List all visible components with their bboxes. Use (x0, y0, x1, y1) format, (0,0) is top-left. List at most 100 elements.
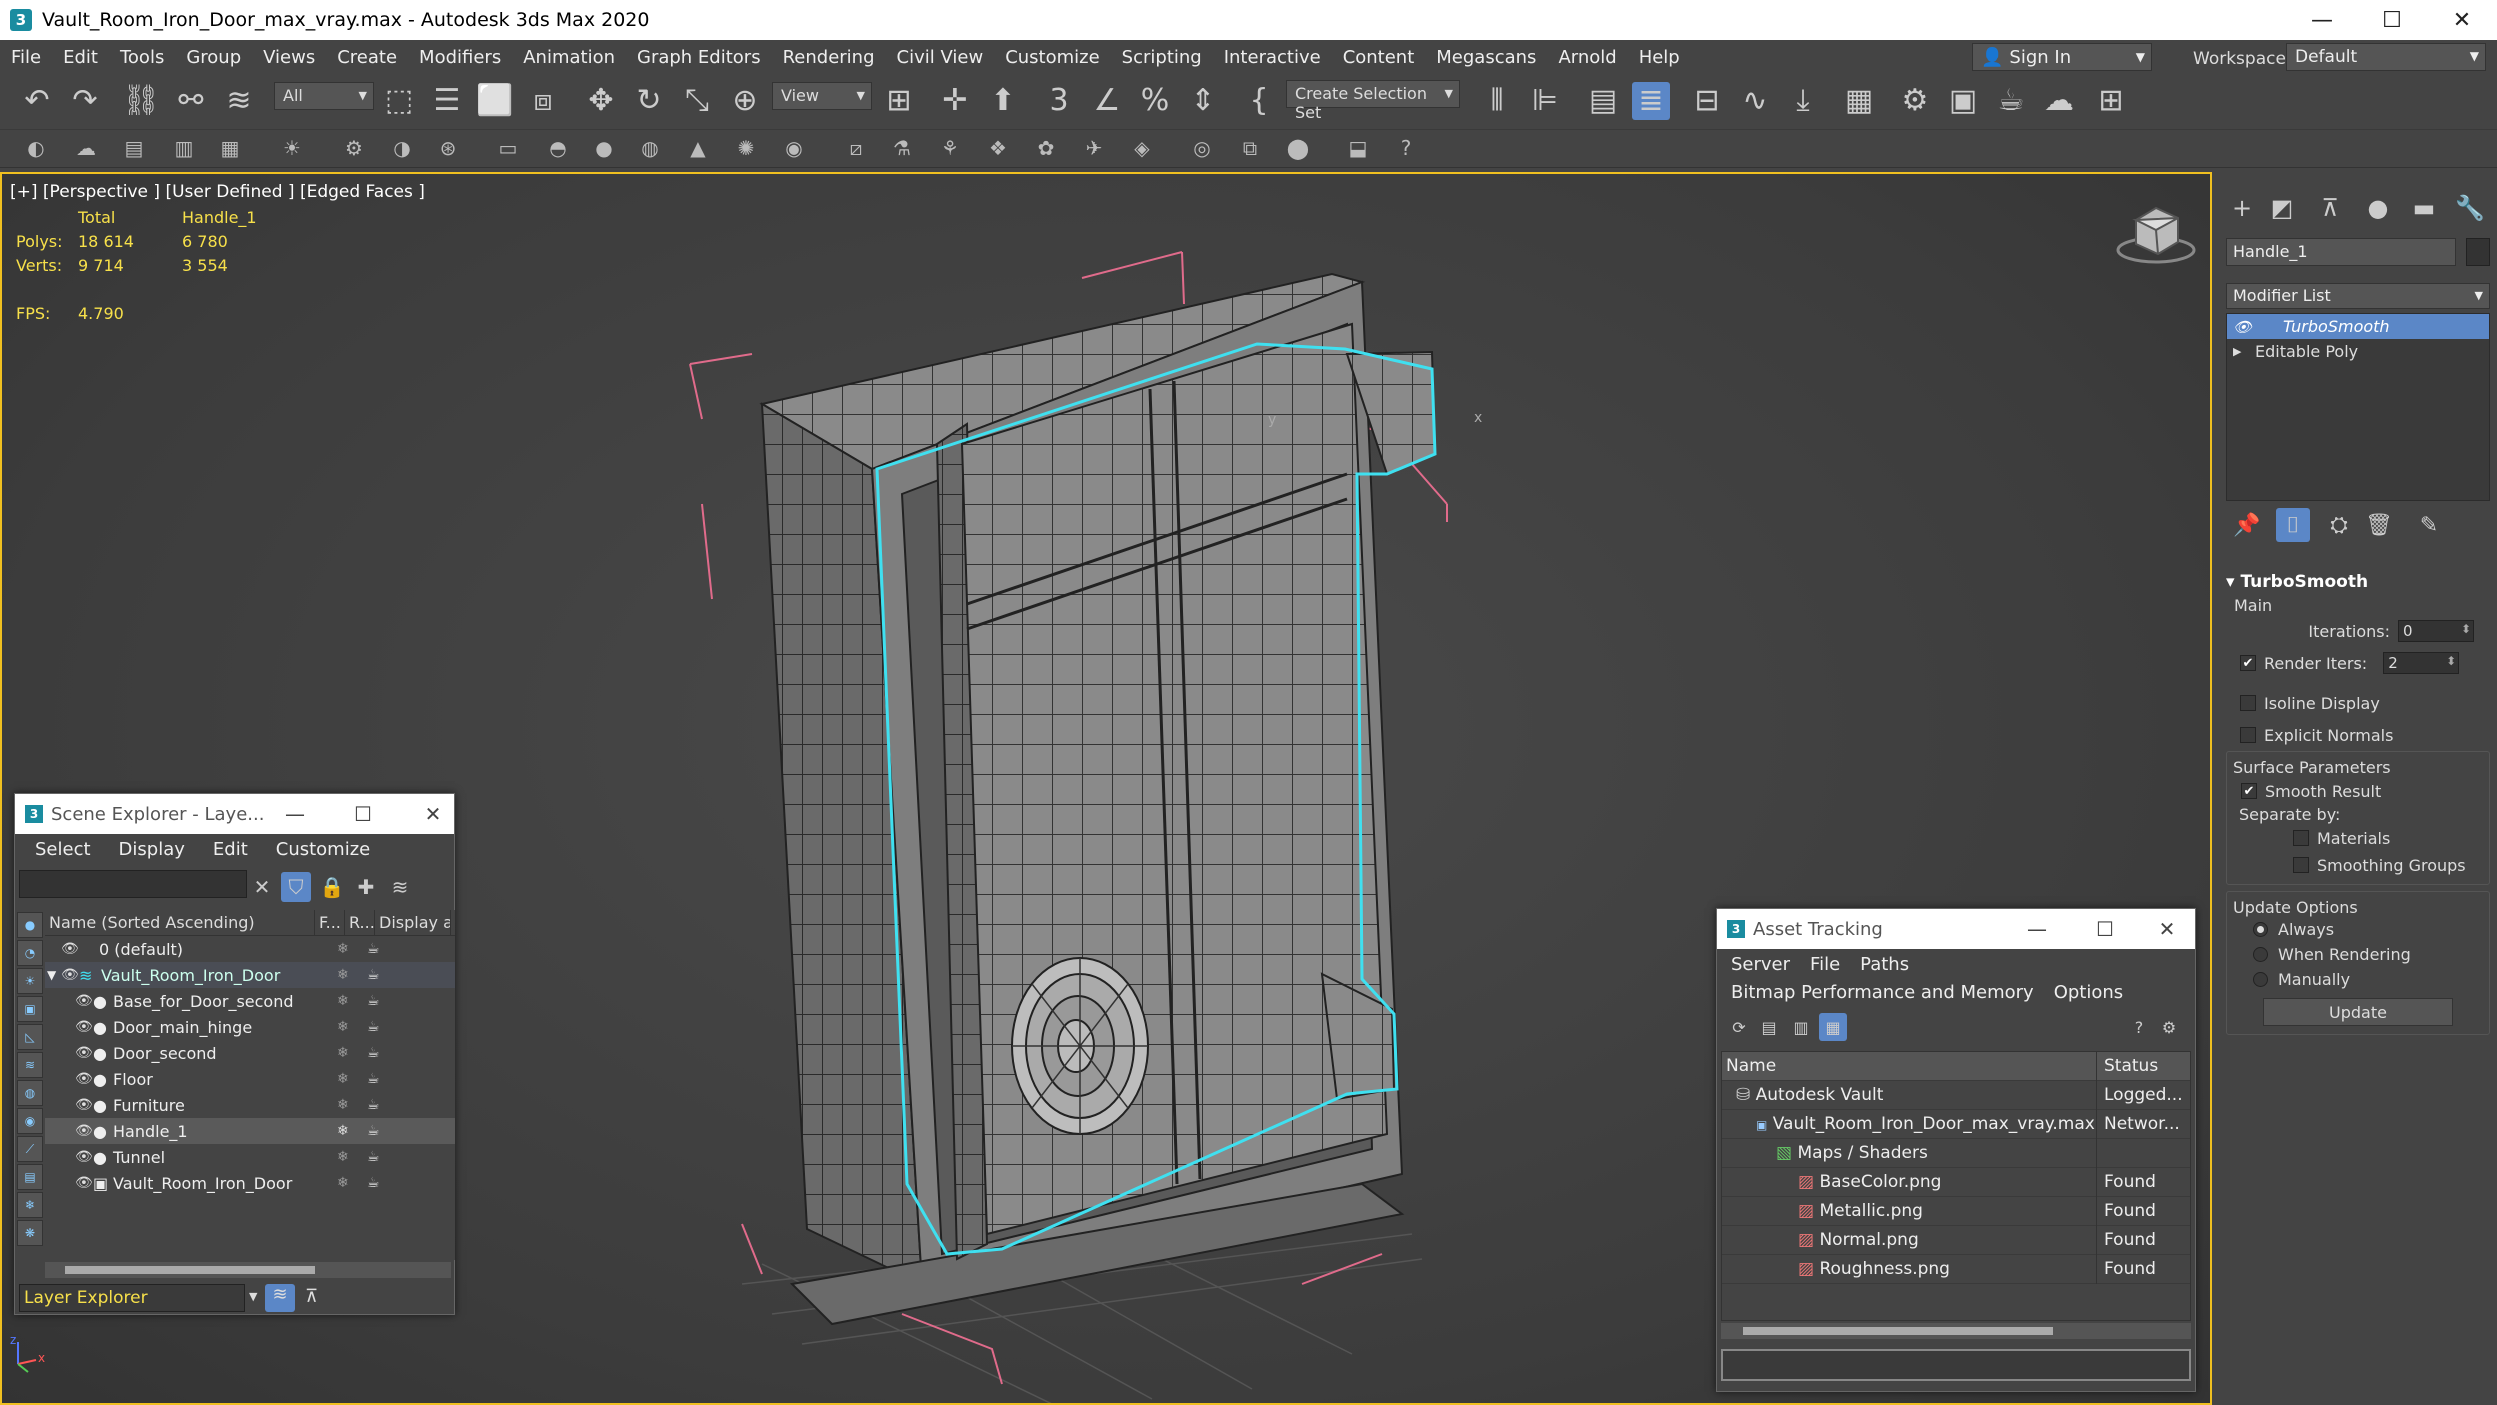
column-name[interactable]: Name (Sorted Ascending) (45, 910, 315, 935)
hierarchy-explorer-icon[interactable]: ⊼ (305, 1286, 318, 1307)
table-row[interactable]: ▨ Roughness.png Found (1722, 1255, 2190, 1284)
eye-icon[interactable]: 👁 (75, 1045, 93, 1061)
a360-gallery-icon[interactable]: ⊞ (2092, 86, 2130, 116)
list-item[interactable]: 👁 ▣ Vault_Room_Iron_Door ❄ ☕ (45, 1170, 455, 1196)
freeze-icon[interactable]: ❄ (337, 993, 349, 1009)
scene-explorer-search-input[interactable] (19, 870, 247, 898)
vray-sphere-icon[interactable]: ● (590, 138, 618, 158)
hierarchy-tab-icon[interactable]: ⊼ (2312, 190, 2348, 226)
stack-item-turbosmooth[interactable]: 👁 TurboSmooth (2227, 314, 2489, 339)
vray-cloud-icon[interactable]: ☁ (72, 138, 100, 158)
object-color-swatch[interactable] (2466, 238, 2490, 266)
lock-icon[interactable]: 🔒 (317, 872, 347, 902)
rectangular-selection-icon[interactable]: ⬜ (476, 86, 514, 116)
viewcube[interactable] (2116, 206, 2196, 264)
rendered-frame-window-icon[interactable]: ▣ (1944, 86, 1982, 116)
smoothing-groups-checkbox[interactable] (2293, 857, 2309, 873)
when-rendering-radio[interactable] (2253, 947, 2268, 962)
menu-customize[interactable]: Customize (994, 47, 1110, 68)
schematic-view-icon[interactable]: ⤓ (1784, 86, 1822, 116)
vray-scatter-icon[interactable]: ✿ (1032, 138, 1060, 158)
render-iters-checkbox[interactable]: ✔ (2240, 655, 2256, 671)
freeze-icon[interactable]: ❄ (337, 1175, 349, 1191)
vray-ambient-icon[interactable]: ◉ (780, 138, 808, 158)
refresh-icon[interactable]: ⟳ (1725, 1013, 1753, 1041)
vray-fur-icon[interactable]: ⚘ (936, 138, 964, 158)
eye-icon[interactable]: 👁 (61, 941, 79, 957)
column-frozen[interactable]: F... (315, 910, 345, 935)
motion-tab-icon[interactable]: ● (2360, 190, 2396, 226)
modify-tab-icon[interactable]: ◩ (2264, 190, 2300, 226)
eye-icon[interactable]: 👁 (61, 967, 79, 983)
vray-properties-icon[interactable]: ▥ (170, 138, 198, 158)
spinner-snap-icon[interactable]: ⇕ (1184, 86, 1222, 116)
vray-enmesh-icon[interactable]: ◈ (1128, 138, 1156, 158)
close-button[interactable]: ✕ (2427, 0, 2497, 40)
angle-snap-icon[interactable]: ∠ (1088, 86, 1126, 116)
sign-in-dropdown[interactable]: 👤 Sign In ▼ (1972, 43, 2152, 71)
maximize-button[interactable]: ☐ (2357, 0, 2427, 40)
remove-modifier-icon[interactable]: 🗑 (2362, 508, 2396, 542)
se-menu-edit[interactable]: Edit (199, 839, 262, 860)
se-menu-display[interactable]: Display (105, 839, 199, 860)
vray-sun-icon[interactable]: ✺ (732, 138, 760, 158)
collapse-arrow-icon[interactable]: ▼ (47, 968, 61, 982)
menu-civil-view[interactable]: Civil View (886, 47, 995, 68)
filter-bones-icon[interactable]: ⟋ (17, 1136, 43, 1162)
filter-lights-icon[interactable]: ☀ (17, 968, 43, 994)
pin-stack-icon[interactable]: 📌 (2230, 508, 2264, 542)
edit-named-selections-icon[interactable]: { (1240, 86, 1278, 116)
clear-search-icon[interactable]: ✕ (247, 872, 277, 902)
list-item[interactable]: 👁 0 (default) ❄ ☕ (45, 936, 455, 962)
eye-icon[interactable]: 👁 (75, 993, 93, 1009)
smooth-result-checkbox[interactable]: ✔ (2241, 783, 2257, 799)
select-object-icon[interactable]: ⬚ (380, 86, 418, 116)
render-production-icon[interactable]: ☕ (1992, 86, 2030, 116)
table-row[interactable]: ▨ Normal.png Found (1722, 1226, 2190, 1255)
eye-icon[interactable]: 👁 (75, 1019, 93, 1035)
table-row[interactable]: ▨ BaseColor.png Found (1722, 1168, 2190, 1197)
reference-coordinate-dropdown[interactable]: View ▼ (772, 82, 872, 110)
toggle-scene-explorer-icon[interactable]: ▤ (1584, 86, 1622, 116)
filter-cameras-icon[interactable]: ▣ (17, 996, 43, 1022)
move-icon[interactable]: ✥ (582, 86, 620, 116)
filter-helpers-icon[interactable]: ◺ (17, 1024, 43, 1050)
align-icon[interactable]: ⊫ (1526, 86, 1564, 116)
list-view-icon[interactable]: ▤ (1755, 1013, 1783, 1041)
render-teapot-icon[interactable]: ☕ (367, 1019, 380, 1035)
stack-item-editable-poly[interactable]: ▶ Editable Poly (2227, 339, 2489, 364)
list-item[interactable]: 👁 ● Base_for_Door_second ❄ ☕ (45, 988, 455, 1014)
horizontal-scrollbar[interactable] (45, 1262, 451, 1278)
menu-create[interactable]: Create (326, 47, 408, 68)
menu-content[interactable]: Content (1332, 47, 1426, 68)
close-button[interactable]: ✕ (403, 794, 463, 834)
eye-icon[interactable]: 👁 (75, 1097, 93, 1113)
named-selection-sets-dropdown[interactable]: Create Selection Set ▼ (1286, 80, 1460, 122)
filter-spacewarps-icon[interactable]: ≋ (17, 1052, 43, 1078)
toggle-layer-explorer-icon[interactable]: ≣ (1632, 82, 1670, 120)
rollout-title[interactable]: ▾ TurboSmooth (2226, 572, 2490, 592)
add-layer-icon[interactable]: ✚ (351, 872, 381, 902)
menu-help[interactable]: Help (1628, 47, 1691, 68)
pivot-center-icon[interactable]: ⊞ (880, 86, 918, 116)
freeze-icon[interactable]: ❄ (337, 1019, 349, 1035)
redo-icon[interactable]: ↷ (66, 86, 104, 116)
eye-icon[interactable]: 👁 (75, 1175, 93, 1191)
filter-groups-icon[interactable]: ◍ (17, 1080, 43, 1106)
unlink-icon[interactable]: ⚯ (172, 86, 210, 116)
column-status[interactable]: Status (2104, 1056, 2158, 1076)
object-name-field[interactable]: Handle_1 (2226, 238, 2456, 266)
render-teapot-icon[interactable]: ☕ (367, 1123, 380, 1139)
asset-path-field[interactable] (1721, 1349, 2191, 1381)
select-manipulate-icon[interactable]: ✛ (936, 86, 974, 116)
vray-plane-icon[interactable]: ⧄ (842, 138, 870, 158)
eye-icon[interactable]: 👁 (2233, 318, 2255, 336)
iterations-spinner[interactable]: 0 (2398, 620, 2474, 642)
isoline-display-checkbox[interactable] (2240, 695, 2256, 711)
vray-toon-icon[interactable]: ⬤ (1284, 138, 1312, 158)
horizontal-scrollbar[interactable] (1721, 1323, 2191, 1339)
vray-bitmap-icon[interactable]: ⧉ (1236, 138, 1264, 158)
render-setup-icon[interactable]: ⚙ (1896, 86, 1934, 116)
vray-dome-light-icon[interactable]: ◓ (544, 138, 572, 158)
materials-checkbox[interactable] (2293, 830, 2309, 846)
